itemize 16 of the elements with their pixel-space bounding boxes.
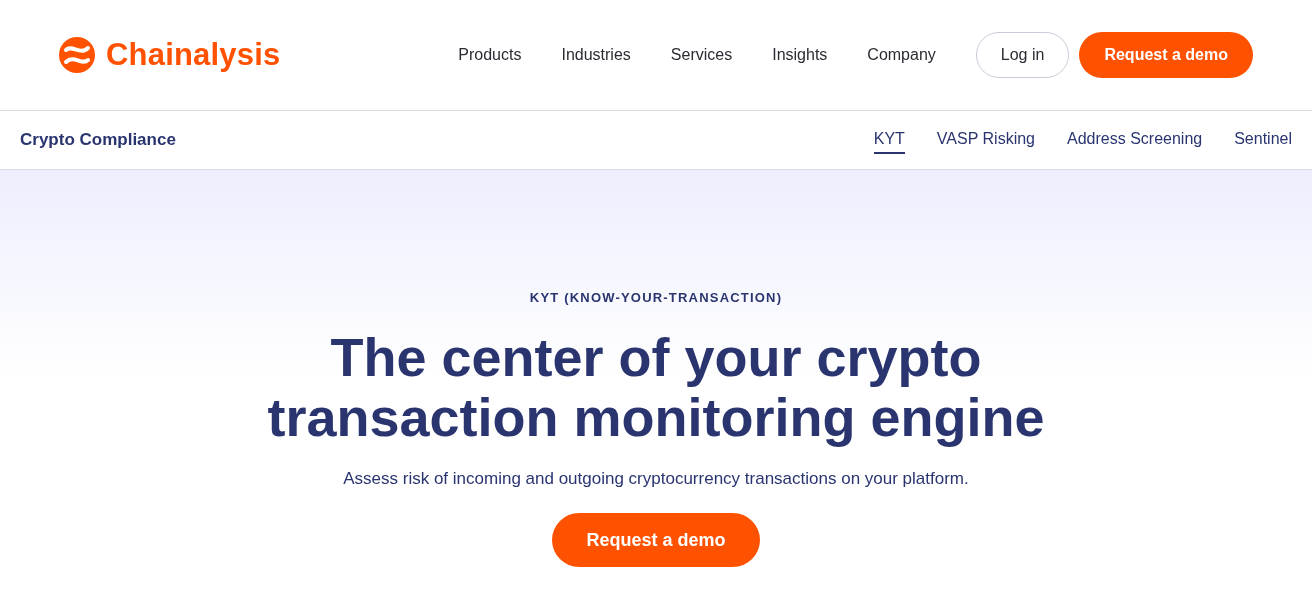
logo-icon bbox=[58, 36, 96, 74]
nav-link[interactable]: Company bbox=[867, 46, 936, 64]
subnav-tab[interactable]: Address Screening bbox=[1067, 126, 1203, 154]
nav-link[interactable]: Services bbox=[670, 46, 733, 64]
login-button[interactable]: Log in bbox=[975, 32, 1070, 78]
headline: transaction monitoring engine bbox=[267, 387, 1045, 447]
eyebrow-text: KYT (KNOW-YOUR-TRANSACTION) bbox=[529, 290, 783, 305]
nav-link[interactable]: Insights bbox=[772, 46, 828, 64]
subtitle: Assess risk of incoming and outgoing cryptocurrency transactions on your platform. bbox=[343, 469, 969, 489]
section-title: Crypto Compliance bbox=[20, 130, 176, 150]
nav-link[interactable]: Industries bbox=[561, 46, 631, 64]
subnav-tab[interactable]: KYT bbox=[873, 126, 905, 154]
nav-link[interactable]: Products bbox=[458, 46, 522, 64]
subnav-tab[interactable]: Sentinel bbox=[1234, 126, 1292, 154]
headline: The center of your crypto bbox=[329, 327, 983, 387]
subnav-tab[interactable]: VASP Risking bbox=[936, 126, 1035, 154]
